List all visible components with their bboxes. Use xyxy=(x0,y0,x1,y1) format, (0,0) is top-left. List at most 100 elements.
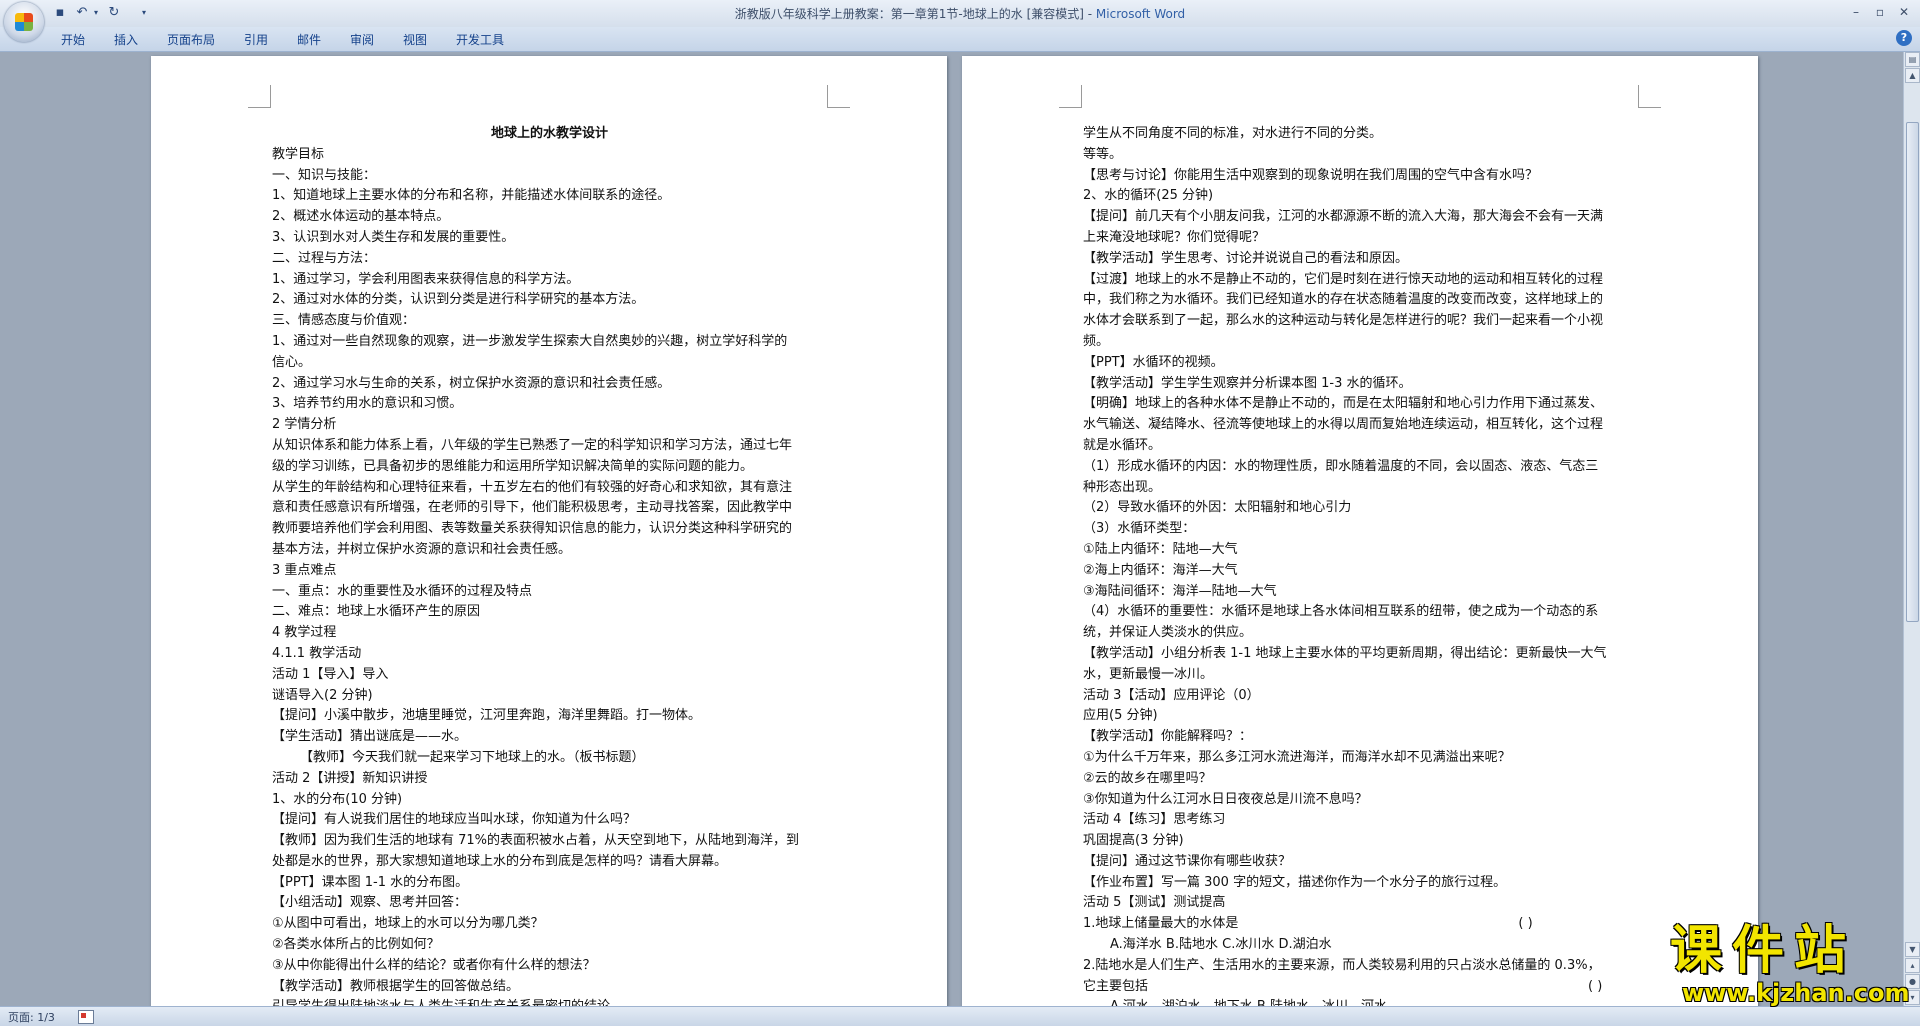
text-line: 种形态出现。 xyxy=(1083,479,1162,495)
text-line: 【提问】有人说我们居住的地球应当叫水球，你知道为什么吗？ xyxy=(272,812,637,828)
page-count[interactable]: 页面: 1/3 xyxy=(8,1009,55,1025)
document-page-1[interactable]: 地球上的水教学设计 教学目标 一、知识与技能： 1、知道地球上主要水体的分布和名… xyxy=(151,56,947,1006)
document-area: 地球上的水教学设计 教学目标 一、知识与技能： 1、知道地球上主要水体的分布和名… xyxy=(0,52,1903,1006)
ribbon-tab-bar: 开始 插入 页面布局 引用 邮件 审阅 视图 开发工具 ? xyxy=(0,27,1920,52)
quiz-question-1: 1.地球上储量最大的水体是 ( ) xyxy=(1083,914,1643,935)
text-line: 1、通过对一些自然现象的观察，进一步激发学生探索大自然奥妙的兴趣，树立学好科学的 xyxy=(272,333,788,349)
help-icon[interactable]: ? xyxy=(1896,30,1912,46)
tab-developer[interactable]: 开发工具 xyxy=(456,31,504,48)
text-line: 1、水的分布(10 分钟) xyxy=(272,791,403,807)
text-line: 水体才会联系到了一起，那么水的这种运动与转化是怎样进行的呢？我们一起来看一个小视 xyxy=(1083,313,1604,329)
text-line: 上来淹没地球呢？你们觉得呢？ xyxy=(1083,229,1266,245)
text-line: 巩固提高(3 分钟) xyxy=(1083,833,1184,849)
office-button[interactable] xyxy=(4,2,44,42)
text-line: 信心。 xyxy=(272,354,312,370)
text-line: 【作业布置】写一篇 300 字的短文，描述你作为一个水分子的旅行过程。 xyxy=(1083,874,1507,890)
office-logo-icon xyxy=(15,13,33,31)
text-line: 3、培养节约用水的意识和习惯。 xyxy=(272,396,463,412)
text-line: ②各类水体所占的比例如何？ xyxy=(272,937,440,953)
scroll-up-icon[interactable]: ▲ xyxy=(1905,68,1920,83)
text-line: 水，更新最慢一冰川。 xyxy=(1083,666,1214,682)
page-2-text[interactable]: 学生从不同角度不同的标准，对水进行不同的分类。 等等。 【思考与讨论】你能用生活… xyxy=(1083,124,1643,1006)
app-name: Microsoft Word xyxy=(1095,7,1186,21)
text-line: 学生从不同角度不同的标准，对水进行不同的分类。 xyxy=(1083,126,1383,141)
text-line: 教学目标 xyxy=(272,146,325,162)
document-page-2[interactable]: 学生从不同角度不同的标准，对水进行不同的分类。 等等。 【思考与讨论】你能用生活… xyxy=(962,56,1758,1006)
status-bar: 页面: 1/3 xyxy=(0,1006,1920,1026)
text-line: 从学生的年龄结构和心理特征来看，十五岁左右的他们有较强的好奇心和求知欲，其有意注 xyxy=(272,479,793,495)
watermark-logo: 课件站 xyxy=(1670,921,1857,981)
text-line: ①陆上内循环：陆地—大气 xyxy=(1083,541,1238,557)
text-line: 引导学生得出陆地淡水与人类生活和生产关系最密切的结论 xyxy=(272,997,827,1006)
answer-bracket: ( ) xyxy=(1588,978,1603,994)
window-title: 浙教版八年级科学上册教案：第一章第1节-地球上的水 [兼容模式] - Micro… xyxy=(0,5,1920,22)
quiz-question-2-end: 它主要包括 ( ) xyxy=(1083,977,1643,998)
text-line: ③从中你能得出什么样的结论？或者你有什么样的想法？ xyxy=(272,957,596,973)
ruler-toggle-icon[interactable]: ▤ xyxy=(1905,52,1920,67)
text-line: ①从图中可看出，地球上的水可以分为哪几类？ xyxy=(272,916,544,932)
tab-review[interactable]: 审阅 xyxy=(350,31,374,48)
margin-corner-top-right xyxy=(827,85,850,108)
text-line: 谜语导入(2 分钟) xyxy=(272,687,373,703)
text-line: 【提问】通过这节课你有哪些收获？ xyxy=(1083,853,1292,869)
text-line: 【提问】小溪中散步，池塘里睡觉，江河里奔跑，海洋里舞蹈。打一物体。 xyxy=(272,708,702,724)
page-1-text[interactable]: 地球上的水教学设计 教学目标 一、知识与技能： 1、知道地球上主要水体的分布和名… xyxy=(272,124,827,1006)
document-name: 浙教版八年级科学上册教案：第一章第1节-地球上的水 [兼容模式] - xyxy=(734,7,1096,21)
text-line: 2、水的循环(25 分钟) xyxy=(1083,188,1214,204)
text-line: 2、通过学习水与生命的关系，树立保护水资源的意识和社会责任感。 xyxy=(272,375,671,391)
text-line: （4）水循环的重要性：水循环是地球上各水体间相互联系的纽带，使之成为一个动态的系 xyxy=(1083,604,1599,620)
text-line: 教师要培养他们学会利用图、表等数量关系获得知识信息的能力，认识分类这种科学研究的 xyxy=(272,521,793,537)
text-line: 频。 xyxy=(1083,333,1110,349)
watermark-url: www.kjzhan.com xyxy=(1682,979,1910,1007)
text-line: 【教学活动】你能解释吗？： xyxy=(1083,729,1253,745)
proofing-icon[interactable] xyxy=(78,1010,94,1024)
tab-view[interactable]: 视图 xyxy=(403,31,427,48)
text-line: 从知识体系和能力体系上看，八年级的学生已熟悉了一定的科学知识和学习方法，通过七年 xyxy=(272,437,793,453)
quiz-options-1: A.海洋水 B.陆地水 C.冰川水 D.湖泊水 xyxy=(1110,937,1332,953)
text-line: ③你知道为什么江河水日日夜夜总是川流不息吗？ xyxy=(1083,791,1368,807)
question-text: 它主要包括 xyxy=(1083,978,1149,994)
tab-references[interactable]: 引用 xyxy=(244,31,268,48)
maximize-icon[interactable]: ▫ xyxy=(1870,3,1890,21)
text-line: 【教师】因为我们生活的地球有 71%的表面积被水占着，从天空到地下，从陆地到海洋… xyxy=(272,833,800,849)
text-line: 3、认识到水对人类生存和发展的重要性。 xyxy=(272,229,515,245)
vertical-scrollbar[interactable]: ▤ ▲ ▼ ▴ ● ▾ xyxy=(1903,52,1920,1006)
minimize-icon[interactable]: – xyxy=(1846,3,1866,21)
text-line: 4 教学过程 xyxy=(272,625,337,641)
text-line: （1）形成水循环的内因：水的物理性质，即水随着温度的不同，会以固态、液态、气态三 xyxy=(1083,458,1599,474)
text-line: 【提问】前几天有个小朋友问我，江河的水都源源不断的流入大海，那大海会不会有一天满 xyxy=(1083,209,1604,225)
text-line: 2.陆地水是人们生产、生活用水的主要来源，而人类较易利用的只占淡水总储量的 0.… xyxy=(1083,957,1601,973)
margin-corner-top-left xyxy=(1059,85,1082,108)
answer-bracket: ( ) xyxy=(1518,916,1533,932)
text-line: 3 重点难点 xyxy=(272,562,337,578)
text-line: （2）导致水循环的外因：太阳辐射和地心引力 xyxy=(1083,500,1352,516)
text-line: 4.1.1 教学活动 xyxy=(272,645,362,661)
text-line: 处都是水的世界，那大家想知道地球上水的分布到底是怎样的吗？请看大屏幕。 xyxy=(272,853,728,869)
tab-mailings[interactable]: 邮件 xyxy=(297,31,321,48)
text-line: 就是水循环。 xyxy=(1083,437,1162,453)
text-line: 【小组活动】观察、思考并回答： xyxy=(272,895,468,911)
text-line: （3）水循环类型： xyxy=(1083,521,1196,537)
text-line: 2、通过对水体的分类，认识到分类是进行科学研究的基本方法。 xyxy=(272,292,645,308)
text-line: 2、概述水体运动的基本特点。 xyxy=(272,209,450,225)
text-line: 【教学活动】学生学生观察并分析课本图 1-3 水的循环。 xyxy=(1083,375,1412,391)
text-line: 1、通过学习，学会利用图表来获得信息的科学方法。 xyxy=(272,271,580,287)
tab-insert[interactable]: 插入 xyxy=(114,31,138,48)
text-line: 【明确】地球上的各种水体不是静止不动的，而是在太阳辐射和地心引力作用下通过蒸发、 xyxy=(1083,396,1604,412)
scrollbar-thumb[interactable] xyxy=(1906,122,1919,622)
text-line: 【学生活动】猜出谜底是——水。 xyxy=(272,729,468,745)
text-line: 三、情感态度与价值观： xyxy=(272,313,416,329)
document-title: 地球上的水教学设计 xyxy=(490,126,608,141)
text-line: 【过渡】地球上的水不是静止不动的，它们是时刻在进行惊天动地的运动和相互转化的过程 xyxy=(1083,271,1604,287)
text-line: 级的学习训练，已具备初步的思维能力和运用所学知识解决简单的实际问题的能力。 xyxy=(272,458,754,474)
text-line: 中，我们称之为水循环。我们已经知道水的存在状态随着温度的改变而改变，这样地球上的 xyxy=(1083,292,1604,308)
text-line: 【教学活动】学生思考、讨论并说说自己的看法和原因。 xyxy=(1083,250,1409,266)
question-text: 1.地球上储量最大的水体是 xyxy=(1083,916,1239,932)
quiz-options-2: A.河水、湖泊水、地下水 B.陆地水、冰川、河水 xyxy=(1083,997,1643,1006)
text-line: 1、知道地球上主要水体的分布和名称，并能描述水体间联系的途径。 xyxy=(272,188,671,204)
close-icon[interactable]: ✕ xyxy=(1894,3,1914,21)
title-bar: ▪ ↶ ▾ ↻ ▾ 浙教版八年级科学上册教案：第一章第1节-地球上的水 [兼容模… xyxy=(0,0,1920,42)
margin-corner-top-right xyxy=(1638,85,1661,108)
tab-page-layout[interactable]: 页面布局 xyxy=(167,31,215,48)
tab-home[interactable]: 开始 xyxy=(61,31,85,48)
